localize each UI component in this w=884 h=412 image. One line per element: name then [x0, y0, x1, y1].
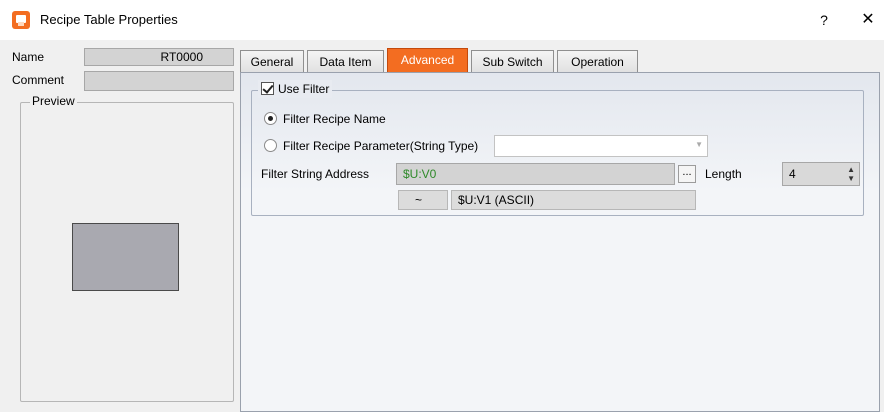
- length-value: 4: [789, 167, 796, 181]
- use-filter-label: Use Filter: [278, 82, 330, 96]
- checkbox-checked-icon[interactable]: [261, 82, 274, 95]
- tab-general[interactable]: General: [240, 50, 304, 72]
- tab-operation[interactable]: Operation: [557, 50, 638, 72]
- spin-arrows-icon[interactable]: ▲ ▼: [847, 165, 855, 183]
- length-spinner[interactable]: 4 ▲ ▼: [782, 162, 860, 186]
- help-button[interactable]: ?: [812, 8, 836, 32]
- window-title: Recipe Table Properties: [40, 12, 178, 27]
- radio-filter-recipe-name[interactable]: Filter Recipe Name: [264, 110, 386, 128]
- app-icon: [12, 11, 30, 29]
- radio-unselected-icon[interactable]: [264, 139, 277, 152]
- radio-selected-icon[interactable]: [264, 112, 277, 125]
- name-label: Name: [12, 50, 45, 64]
- radio-filter-recipe-name-label: Filter Recipe Name: [283, 112, 386, 126]
- preview-box: [72, 223, 179, 291]
- name-field[interactable]: RT0000: [84, 48, 234, 66]
- parameter-combo[interactable]: ▼: [494, 135, 708, 157]
- radio-filter-recipe-parameter-label: Filter Recipe Parameter(String Type): [283, 139, 479, 153]
- filter-string-address-label: Filter String Address: [261, 167, 370, 181]
- use-filter-checkbox[interactable]: Use Filter: [258, 80, 333, 98]
- filter-string-address-field[interactable]: $U:V0: [396, 163, 675, 185]
- preview-label: Preview: [30, 94, 77, 108]
- browse-address-button[interactable]: ...: [678, 165, 696, 183]
- dialog-body: Name RT0000 Comment Preview General Data…: [0, 40, 884, 412]
- length-label: Length: [705, 167, 742, 181]
- range-tilde: ~: [398, 190, 448, 210]
- radio-filter-recipe-parameter[interactable]: Filter Recipe Parameter(String Type): [264, 137, 478, 155]
- close-button[interactable]: ✕: [856, 8, 880, 32]
- tab-advanced[interactable]: Advanced: [387, 48, 468, 72]
- tab-data-item[interactable]: Data Item: [307, 50, 384, 72]
- title-bar: Recipe Table Properties ? ✕: [0, 0, 884, 40]
- tab-sub-switch[interactable]: Sub Switch: [471, 50, 554, 72]
- comment-label: Comment: [12, 73, 65, 87]
- comment-field[interactable]: [84, 71, 234, 91]
- chevron-down-icon[interactable]: ▼: [695, 140, 703, 149]
- range-end-field: $U:V1 (ASCII): [451, 190, 696, 210]
